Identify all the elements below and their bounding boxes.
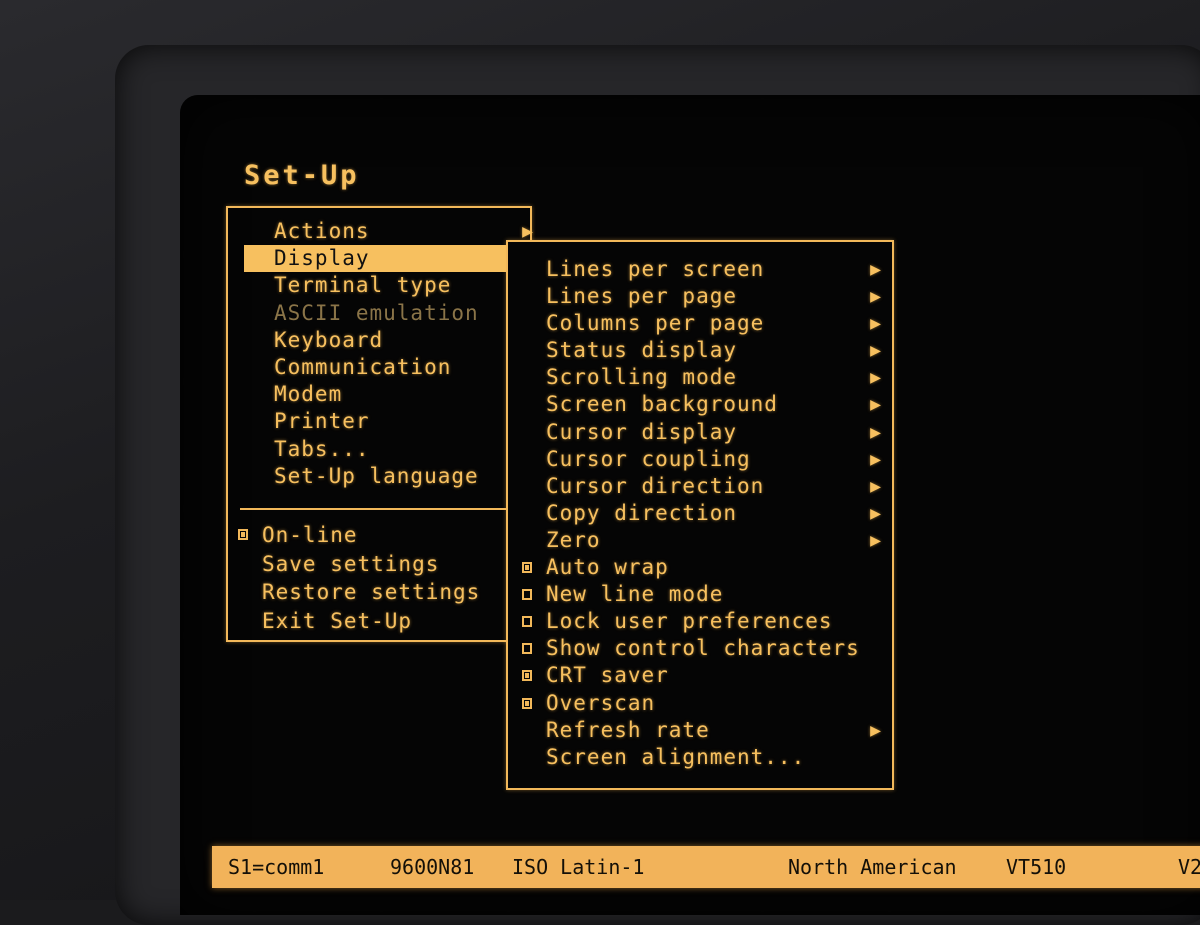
menu-item-ascii-emulation: ASCII emulation ▶ [244,300,533,327]
submenu-item-screen-background[interactable]: Screen background ▶ [522,391,882,418]
action-label: Save settings [262,551,440,576]
submenu-item-overscan[interactable]: Overscan [522,690,882,717]
submenu-arrow-icon: ▶ [870,475,882,497]
menu-item-label: Keyboard [274,327,384,352]
action-label: Exit Set-Up [262,608,413,633]
action-save-settings[interactable]: Save settings [238,550,518,579]
submenu-item-label: Cursor coupling [546,446,751,471]
main-menu-actions: On-line Save settings Restore settings E… [238,521,518,635]
submenu-item-zero[interactable]: Zero ▶ [522,527,882,554]
submenu-item-label: Refresh rate [546,717,710,742]
menu-item-label: Actions [274,219,370,243]
submenu-item-label: Lock user preferences [546,609,833,634]
submenu-arrow-icon: ▶ [870,313,882,335]
submenu-arrow-icon: ▶ [870,719,882,741]
submenu-item-label: Show control characters [546,636,860,661]
setup-title: Set-Up [244,160,360,191]
submenu-item-cursor-direction[interactable]: Cursor direction ▶ [522,473,882,500]
submenu-arrow-icon: ▶ [870,448,882,470]
submenu-item-refresh-rate[interactable]: Refresh rate ▶ [522,717,882,744]
menu-item-display[interactable]: Display ▶ [244,245,533,273]
main-menu-list: Actions ▶ Display ▶ Terminal type ▶ ASCI… [244,218,533,490]
overscan-checkbox[interactable] [522,697,532,709]
action-online[interactable]: On-line [238,521,518,550]
submenu-item-label: Copy direction [546,500,738,525]
menu-item-keyboard[interactable]: Keyboard ▶ [244,327,533,354]
menu-item-label: Set-Up language [274,463,479,488]
submenu-item-columns-per-page[interactable]: Columns per page ▶ [522,310,882,337]
submenu-item-label: Screen alignment... [546,744,806,769]
display-submenu: Lines per screen ▶ Lines per page ▶ Colu… [506,240,894,790]
submenu-item-cursor-display[interactable]: Cursor display ▶ [522,419,882,446]
submenu-item-copy-direction[interactable]: Copy direction ▶ [522,500,882,527]
status-line-settings: 9600N81 [390,855,475,879]
submenu-item-label: Lines per page [546,284,738,309]
menu-item-label: Tabs... [274,436,370,461]
submenu-item-label: Cursor direction [546,473,765,498]
menu-divider [240,508,510,510]
menu-item-actions[interactable]: Actions ▶ [244,218,533,245]
menu-item-tabs[interactable]: Tabs... [244,436,522,463]
online-checkbox[interactable] [238,529,248,540]
submenu-item-label: Zero [546,527,601,552]
submenu-item-new-line-mode[interactable]: New line mode [522,581,882,608]
status-session: S1=comm1 [228,855,325,879]
menu-item-label: Communication [274,354,452,379]
submenu-item-label: Status display [546,338,738,363]
menu-item-setup-language[interactable]: Set-Up language ▶ [244,463,533,490]
submenu-item-screen-alignment[interactable]: Screen alignment... [522,744,882,771]
menu-item-label: Display [274,246,370,271]
menu-item-label: Modem [274,382,343,407]
submenu-arrow-icon: ▶ [870,502,882,524]
action-restore-settings[interactable]: Restore settings [238,578,518,607]
submenu-item-label: Overscan [546,690,656,715]
menu-item-label: Terminal type [274,273,452,298]
crt-saver-checkbox[interactable] [522,670,532,682]
submenu-item-label: Lines per screen [546,257,765,281]
auto-wrap-checkbox[interactable] [522,562,532,574]
submenu-item-label: Scrolling mode [546,365,738,390]
menu-item-terminal-type[interactable]: Terminal type ▶ [244,272,533,299]
submenu-item-label: CRT saver [546,663,669,688]
submenu-item-status-display[interactable]: Status display ▶ [522,337,882,364]
action-label: On-line [262,523,358,547]
main-menu: Actions ▶ Display ▶ Terminal type ▶ ASCI… [226,206,533,642]
submenu-arrow-icon: ▶ [870,421,882,443]
submenu-item-lock-user-preferences[interactable]: Lock user preferences [522,608,882,635]
status-charset: ISO Latin-1 [512,855,645,879]
submenu-arrow-icon: ▶ [870,259,882,280]
show-control-characters-checkbox[interactable] [522,643,532,655]
submenu-item-label: Auto wrap [546,555,669,580]
menu-item-label: Printer [274,409,370,434]
submenu-item-label: Screen background [546,392,778,417]
action-label: Restore settings [262,580,481,604]
status-bar: S1=comm1 9600N81 ISO Latin-1 North Ameri… [212,846,1200,888]
new-line-mode-checkbox[interactable] [522,589,532,601]
submenu-item-label: New line mode [546,582,724,607]
submenu-arrow-icon: ▶ [870,529,882,551]
submenu-item-label: Columns per page [546,311,765,336]
submenu-arrow-icon: ▶ [870,286,882,308]
menu-item-printer[interactable]: Printer ▶ [244,408,533,435]
status-keyboard: North American [788,855,957,879]
submenu-arrow-icon: ▶ [870,367,882,389]
submenu-item-crt-saver[interactable]: CRT saver [522,662,882,689]
submenu-arrow-icon: ▶ [870,340,882,362]
lock-user-preferences-checkbox[interactable] [522,616,532,628]
submenu-arrow-icon: ▶ [870,394,882,416]
menu-item-modem[interactable]: Modem ▶ [244,381,533,408]
submenu-item-scrolling-mode[interactable]: Scrolling mode ▶ [522,364,882,391]
submenu-item-lines-per-page[interactable]: Lines per page ▶ [522,283,882,310]
submenu-item-label: Cursor display [546,419,738,444]
submenu-item-show-control-characters[interactable]: Show control characters [522,635,882,662]
submenu-item-cursor-coupling[interactable]: Cursor coupling ▶ [522,446,882,473]
status-version: V2 [1178,855,1200,879]
submenu-item-auto-wrap[interactable]: Auto wrap [522,554,882,581]
action-exit-setup[interactable]: Exit Set-Up [238,607,518,636]
menu-item-communication[interactable]: Communication ▶ [244,354,533,381]
status-model: VT510 [1006,855,1067,879]
submenu-item-lines-per-screen[interactable]: Lines per screen ▶ [522,256,882,283]
menu-item-label: ASCII emulation [274,300,479,325]
display-submenu-list: Lines per screen ▶ Lines per page ▶ Colu… [522,256,882,771]
